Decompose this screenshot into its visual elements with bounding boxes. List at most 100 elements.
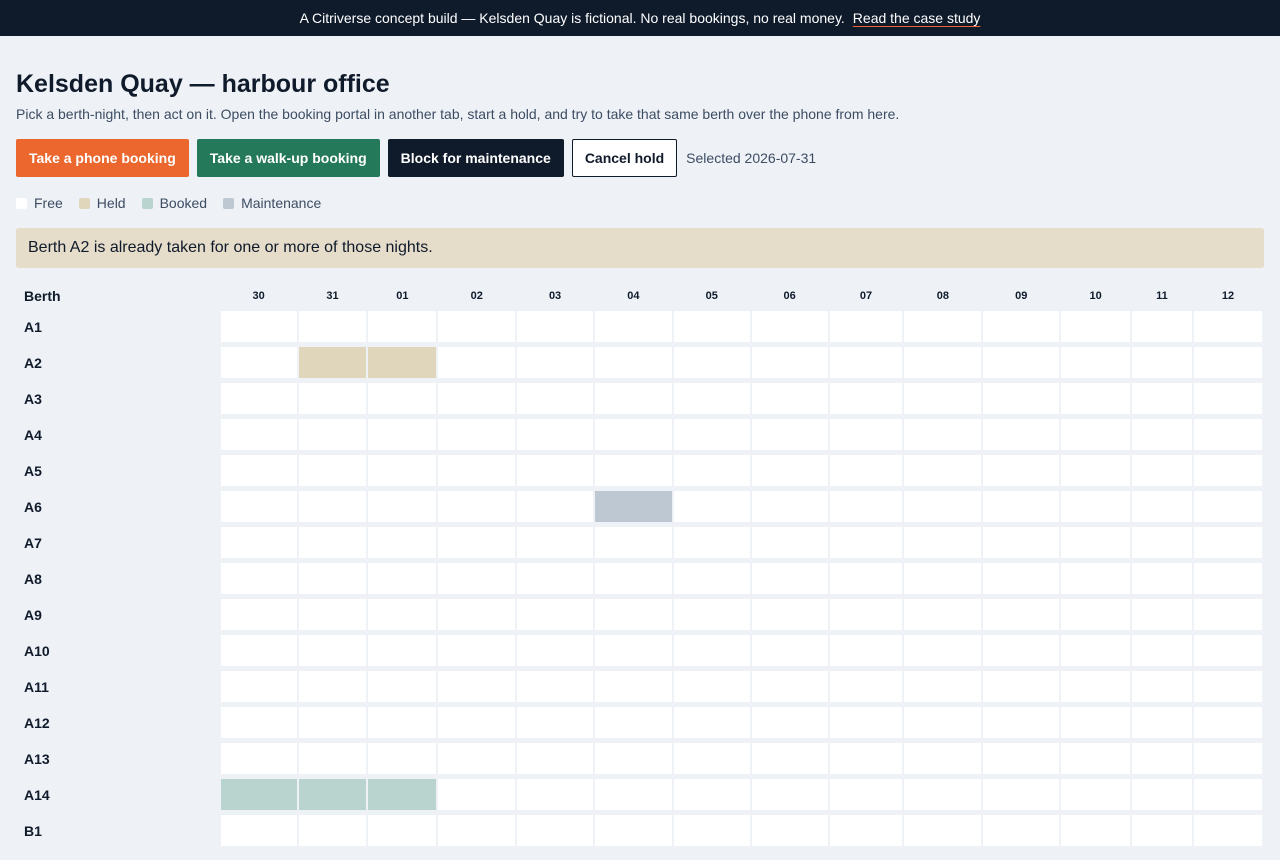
berth-night-cell-free[interactable]	[673, 707, 750, 738]
block-maintenance-button[interactable]: Block for maintenance	[387, 139, 564, 177]
berth-night-cell-free[interactable]	[438, 671, 516, 702]
berth-night-cell-free[interactable]	[595, 311, 672, 342]
berth-night-cell-free[interactable]	[1132, 779, 1192, 810]
berth-night-cell-free[interactable]	[1132, 563, 1192, 594]
berth-night-cell-free[interactable]	[298, 635, 367, 666]
berth-night-cell-free[interactable]	[829, 347, 903, 378]
berth-night-cell-free[interactable]	[1132, 383, 1192, 414]
berth-night-cell-free[interactable]	[1193, 419, 1262, 450]
berth-night-cell-free[interactable]	[904, 707, 982, 738]
berth-night-cell-free[interactable]	[368, 563, 437, 594]
berth-night-cell-free[interactable]	[438, 419, 516, 450]
berth-night-cell-free[interactable]	[1193, 563, 1262, 594]
case-study-link[interactable]: Read the case study	[853, 10, 981, 26]
berth-night-cell-free[interactable]	[673, 491, 750, 522]
berth-night-cell-free[interactable]	[517, 815, 593, 846]
berth-night-cell-free[interactable]	[983, 491, 1060, 522]
berth-night-cell-free[interactable]	[983, 635, 1060, 666]
berth-night-cell-free[interactable]	[751, 599, 828, 630]
berth-night-cell-free[interactable]	[1193, 491, 1262, 522]
berth-night-cell-free[interactable]	[595, 707, 672, 738]
berth-night-cell-free[interactable]	[1061, 383, 1131, 414]
berth-night-cell-free[interactable]	[904, 671, 982, 702]
berth-night-cell-free[interactable]	[829, 815, 903, 846]
berth-night-cell-free[interactable]	[751, 671, 828, 702]
berth-night-cell-free[interactable]	[368, 383, 437, 414]
berth-night-cell-free[interactable]	[298, 599, 367, 630]
berth-night-cell-free[interactable]	[983, 779, 1060, 810]
berth-night-cell-free[interactable]	[220, 635, 297, 666]
berth-night-cell-free[interactable]	[517, 779, 593, 810]
berth-night-cell-free[interactable]	[751, 311, 828, 342]
berth-night-cell-free[interactable]	[368, 707, 437, 738]
berth-night-cell-free[interactable]	[983, 599, 1060, 630]
berth-night-cell-free[interactable]	[983, 527, 1060, 558]
berth-night-cell-free[interactable]	[595, 419, 672, 450]
berth-night-cell-free[interactable]	[298, 671, 367, 702]
berth-night-cell-free[interactable]	[298, 707, 367, 738]
berth-night-cell-free[interactable]	[1132, 599, 1192, 630]
berth-night-cell-booked[interactable]	[220, 779, 297, 810]
berth-night-cell-free[interactable]	[1132, 455, 1192, 486]
berth-night-cell-free[interactable]	[1061, 491, 1131, 522]
berth-night-cell-free[interactable]	[829, 311, 903, 342]
berth-night-cell-free[interactable]	[751, 707, 828, 738]
berth-night-cell-free[interactable]	[1193, 599, 1262, 630]
berth-night-cell-free[interactable]	[517, 347, 593, 378]
berth-night-cell-free[interactable]	[220, 455, 297, 486]
berth-night-cell-free[interactable]	[595, 563, 672, 594]
berth-night-cell-free[interactable]	[673, 635, 750, 666]
berth-night-cell-free[interactable]	[751, 527, 828, 558]
berth-night-cell-free[interactable]	[904, 383, 982, 414]
berth-night-cell-free[interactable]	[1193, 707, 1262, 738]
berth-night-cell-free[interactable]	[829, 599, 903, 630]
berth-night-cell-free[interactable]	[904, 419, 982, 450]
berth-night-cell-free[interactable]	[1193, 779, 1262, 810]
berth-night-cell-free[interactable]	[438, 779, 516, 810]
berth-night-cell-free[interactable]	[438, 383, 516, 414]
berth-night-cell-free[interactable]	[1193, 347, 1262, 378]
berth-night-cell-free[interactable]	[983, 311, 1060, 342]
berth-night-cell-free[interactable]	[1132, 815, 1192, 846]
berth-night-cell-free[interactable]	[829, 383, 903, 414]
berth-night-cell-free[interactable]	[368, 419, 437, 450]
berth-night-cell-free[interactable]	[220, 383, 297, 414]
berth-night-cell-free[interactable]	[829, 455, 903, 486]
berth-night-cell-free[interactable]	[220, 563, 297, 594]
berth-night-cell-free[interactable]	[673, 779, 750, 810]
berth-night-cell-free[interactable]	[904, 779, 982, 810]
berth-night-cell-free[interactable]	[1061, 635, 1131, 666]
berth-night-cell-free[interactable]	[1132, 743, 1192, 774]
berth-night-cell-free[interactable]	[517, 383, 593, 414]
berth-night-cell-free[interactable]	[1193, 383, 1262, 414]
berth-night-cell-free[interactable]	[438, 491, 516, 522]
berth-night-cell-free[interactable]	[1061, 311, 1131, 342]
berth-night-cell-maintenance[interactable]	[595, 491, 672, 522]
berth-night-cell-free[interactable]	[1132, 707, 1192, 738]
berth-night-cell-free[interactable]	[517, 599, 593, 630]
berth-night-cell-free[interactable]	[1061, 527, 1131, 558]
cancel-hold-button[interactable]: Cancel hold	[571, 139, 678, 177]
berth-night-cell-free[interactable]	[438, 599, 516, 630]
berth-night-cell-free[interactable]	[1061, 419, 1131, 450]
berth-night-cell-free[interactable]	[438, 527, 516, 558]
berth-night-cell-free[interactable]	[1061, 671, 1131, 702]
berth-night-cell-free[interactable]	[298, 743, 367, 774]
berth-night-cell-free[interactable]	[220, 707, 297, 738]
berth-night-cell-free[interactable]	[1061, 455, 1131, 486]
berth-night-cell-free[interactable]	[673, 527, 750, 558]
berth-night-cell-free[interactable]	[517, 419, 593, 450]
berth-night-cell-free[interactable]	[298, 815, 367, 846]
berth-night-cell-free[interactable]	[595, 527, 672, 558]
berth-night-cell-free[interactable]	[673, 455, 750, 486]
berth-night-cell-free[interactable]	[220, 743, 297, 774]
berth-night-cell-free[interactable]	[983, 707, 1060, 738]
berth-night-cell-free[interactable]	[595, 347, 672, 378]
berth-night-cell-free[interactable]	[595, 743, 672, 774]
berth-night-cell-free[interactable]	[673, 671, 750, 702]
berth-night-cell-free[interactable]	[829, 527, 903, 558]
berth-night-cell-free[interactable]	[438, 707, 516, 738]
berth-night-cell-free[interactable]	[298, 311, 367, 342]
berth-night-cell-free[interactable]	[1193, 311, 1262, 342]
berth-night-cell-free[interactable]	[904, 347, 982, 378]
